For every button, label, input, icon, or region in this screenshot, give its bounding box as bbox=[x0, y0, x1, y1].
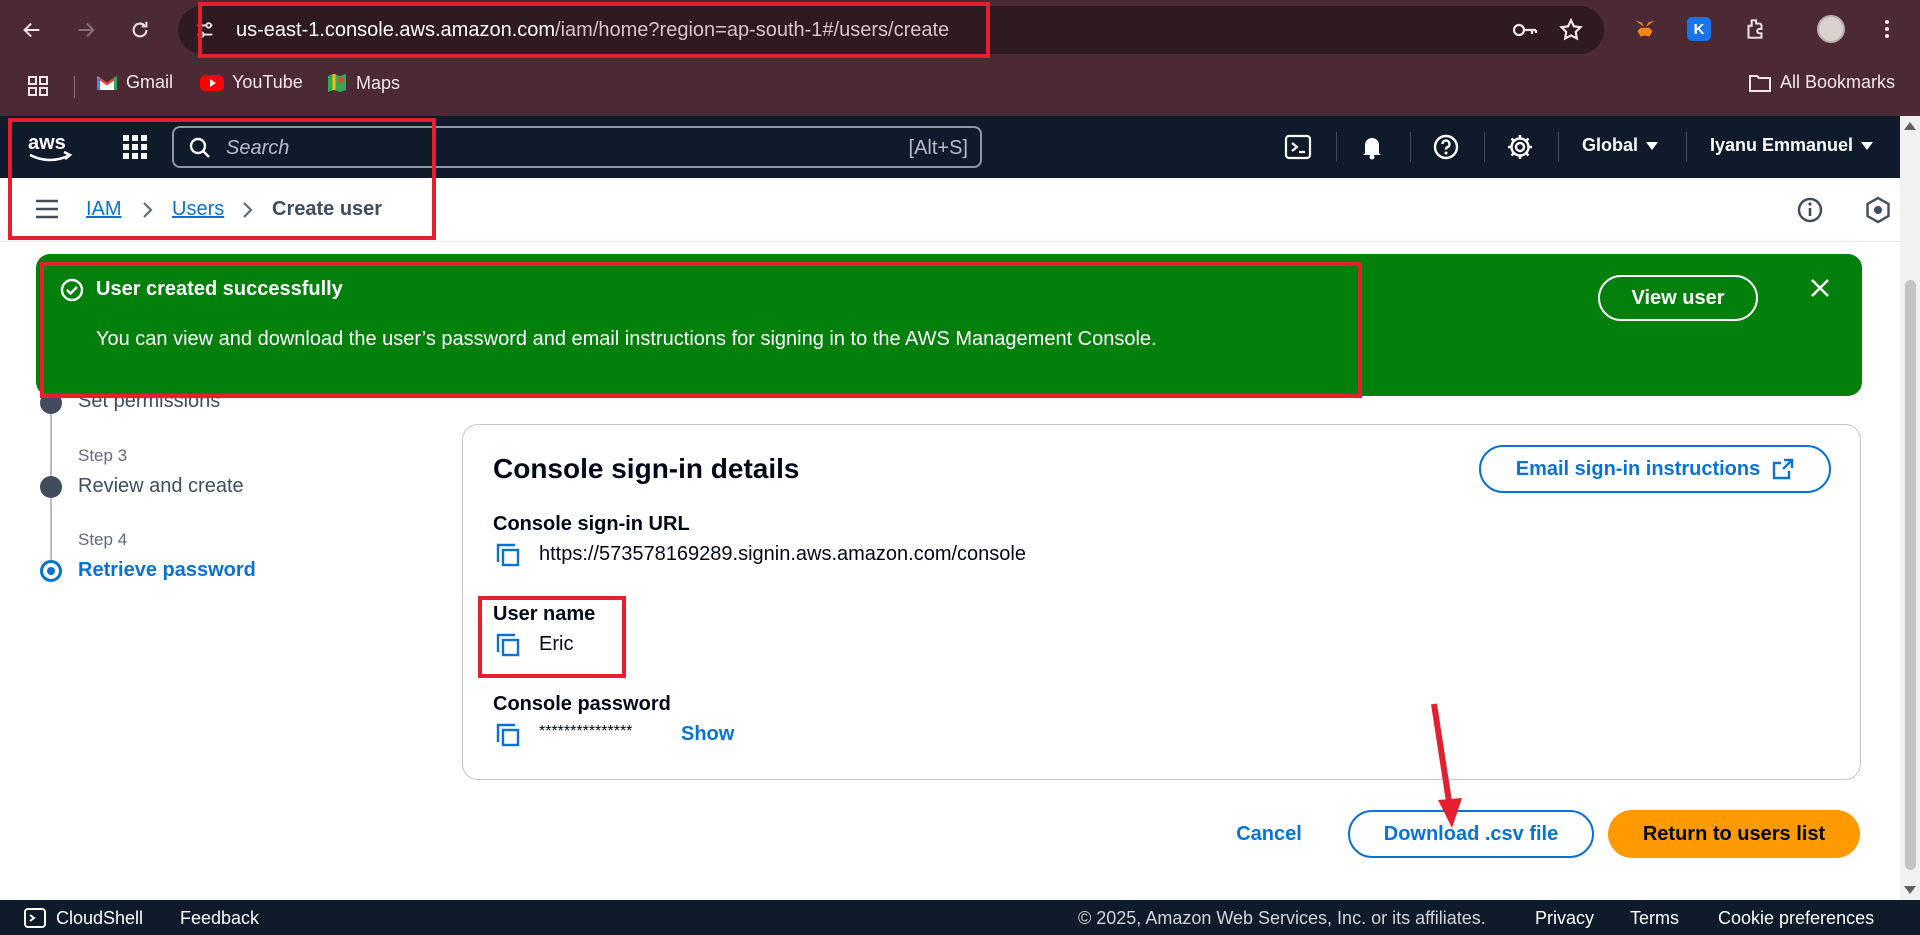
step-title-review-create[interactable]: Review and create bbox=[78, 475, 244, 498]
download-csv-button[interactable]: Download .csv file bbox=[1348, 810, 1594, 858]
nav-divider bbox=[1484, 132, 1485, 162]
password-label: Console password bbox=[493, 693, 671, 715]
footer-terms[interactable]: Terms bbox=[1630, 908, 1679, 929]
bookmark-youtube[interactable]: YouTube bbox=[200, 72, 303, 93]
folder-icon bbox=[1749, 74, 1771, 92]
help-icon[interactable] bbox=[1432, 133, 1460, 161]
signin-url-label: Console sign-in URL bbox=[493, 513, 690, 535]
annotation-box-username bbox=[478, 596, 626, 678]
account-menu[interactable]: Iyanu Emmanuel bbox=[1710, 135, 1874, 156]
star-icon[interactable] bbox=[1558, 17, 1584, 43]
bell-icon[interactable] bbox=[1358, 133, 1386, 161]
step-title-retrieve-password: Retrieve password bbox=[78, 559, 256, 581]
annotation-box-flash bbox=[40, 262, 1362, 398]
menu-dots-icon[interactable] bbox=[1872, 14, 1902, 44]
gear-icon[interactable] bbox=[1506, 133, 1534, 161]
cloudshell-icon bbox=[24, 908, 46, 928]
back-button[interactable] bbox=[14, 12, 50, 48]
scroll-down-arrow-icon[interactable] bbox=[1904, 886, 1916, 894]
external-link-icon bbox=[1773, 458, 1794, 480]
nav-divider bbox=[1410, 132, 1411, 162]
step-number: Step 4 bbox=[78, 530, 128, 549]
account-label: Iyanu Emmanuel bbox=[1710, 135, 1854, 155]
apps-grid-icon[interactable] bbox=[26, 74, 50, 98]
nav-divider bbox=[1336, 132, 1337, 162]
email-signin-instructions-button[interactable]: Email sign-in instructions bbox=[1479, 445, 1831, 493]
bookmark-label: YouTube bbox=[232, 72, 303, 92]
footer-privacy[interactable]: Privacy bbox=[1535, 908, 1594, 929]
close-icon[interactable] bbox=[1808, 276, 1832, 300]
nav-divider bbox=[1558, 132, 1559, 162]
reload-button[interactable] bbox=[122, 12, 158, 48]
youtube-icon bbox=[200, 74, 224, 91]
region-selector[interactable]: Global bbox=[1582, 135, 1659, 156]
all-bookmarks-label: All Bookmarks bbox=[1780, 72, 1896, 92]
step-connector bbox=[50, 488, 52, 570]
maps-icon bbox=[328, 74, 346, 92]
signin-url-value: https://573578169289.signin.aws.amazon.c… bbox=[539, 543, 1026, 565]
footer-copyright: © 2025, Amazon Web Services, Inc. or its… bbox=[1078, 908, 1486, 928]
bookmark-gmail[interactable]: Gmail bbox=[96, 72, 173, 93]
scroll-thumb[interactable] bbox=[1905, 280, 1916, 870]
step-dot bbox=[40, 476, 62, 498]
bookmark-label: Gmail bbox=[126, 72, 174, 92]
annotation-box-url bbox=[198, 2, 990, 58]
caret-down-icon bbox=[1861, 142, 1874, 151]
annotation-arrow bbox=[1431, 703, 1462, 828]
show-password-link[interactable]: Show bbox=[681, 723, 734, 746]
extensions-puzzle-icon[interactable] bbox=[1740, 14, 1770, 44]
forward-button[interactable] bbox=[68, 12, 104, 48]
bookmarks-divider bbox=[74, 76, 75, 98]
footer-feedback[interactable]: Feedback bbox=[180, 908, 259, 929]
copy-icon[interactable] bbox=[495, 722, 521, 748]
scroll-up-arrow-icon[interactable] bbox=[1904, 122, 1916, 130]
hexagon-settings-icon[interactable] bbox=[1864, 196, 1892, 224]
annotation-box-nav bbox=[8, 118, 436, 240]
profile-avatar[interactable] bbox=[1816, 14, 1846, 44]
gmail-icon bbox=[96, 75, 118, 90]
cancel-button[interactable]: Cancel bbox=[1218, 810, 1320, 858]
bookmark-label: Maps bbox=[356, 72, 401, 93]
caret-down-icon bbox=[1646, 142, 1659, 151]
footer-cloudshell[interactable]: CloudShell bbox=[56, 908, 143, 929]
all-bookmarks[interactable]: All Bookmarks bbox=[1748, 72, 1895, 93]
email-button-label: Email sign-in instructions bbox=[1515, 457, 1761, 480]
step-dot-active bbox=[40, 560, 62, 582]
page-scrollbar[interactable] bbox=[1900, 116, 1920, 900]
view-user-button[interactable]: View user bbox=[1598, 275, 1758, 321]
reload-icon bbox=[132, 21, 148, 38]
info-icon[interactable] bbox=[1796, 196, 1824, 224]
step-number: Step 3 bbox=[78, 446, 128, 465]
key-icon[interactable] bbox=[1512, 18, 1538, 42]
search-shortcut: [Alt+S] bbox=[908, 137, 968, 159]
console-footer: CloudShell Feedback © 2025, Amazon Web S… bbox=[0, 900, 1920, 935]
arrow-left-icon bbox=[23, 22, 40, 38]
arrow-right-icon bbox=[78, 22, 95, 38]
region-label: Global bbox=[1582, 135, 1639, 155]
bookmark-maps[interactable]: Maps bbox=[326, 72, 400, 94]
bookmarks-bar: Gmail YouTube Maps All Bookmarks bbox=[0, 64, 1920, 104]
footer-cookie-preferences[interactable]: Cookie preferences bbox=[1718, 908, 1874, 929]
console-signin-details-card: Console sign-in details Email sign-in in… bbox=[462, 424, 1861, 780]
cloudshell-icon[interactable] bbox=[1284, 133, 1312, 161]
password-value: *************** bbox=[539, 723, 633, 740]
card-title: Console sign-in details bbox=[493, 453, 800, 484]
k-extension-icon[interactable]: K bbox=[1684, 14, 1714, 44]
metamask-extension-icon[interactable] bbox=[1630, 14, 1660, 44]
nav-divider bbox=[1686, 132, 1687, 162]
copy-icon[interactable] bbox=[495, 542, 521, 568]
return-to-users-list-button[interactable]: Return to users list bbox=[1608, 810, 1860, 858]
